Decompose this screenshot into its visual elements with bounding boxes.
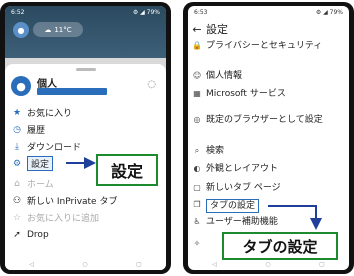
inprivate-icon: ⚇ xyxy=(12,195,22,206)
menu-item-downloads[interactable]: ⤓ ダウンロード xyxy=(5,138,166,155)
page-title: 設定 xyxy=(206,23,228,36)
nav-recents-icon[interactable]: ▢ xyxy=(319,261,325,268)
settings-item-label: 新しいタブ ページ xyxy=(206,183,281,193)
settings-item-label: タブの設定 xyxy=(206,199,260,213)
profile-settings-icon[interactable]: ◌ xyxy=(147,79,156,90)
settings-item-label: 検索 xyxy=(206,146,225,156)
sheet-grab-handle[interactable] xyxy=(75,68,96,71)
settings-item-microsoft-services[interactable]: ▦ Microsoft サービス xyxy=(188,88,349,100)
callout-settings: 設定 xyxy=(96,154,158,186)
settings-item-search[interactable]: ⌕ 検索 xyxy=(188,145,349,157)
gear-icon: ⚙ xyxy=(12,158,22,169)
settings-item-new-tab-page[interactable]: ▢ 新しいタブ ページ xyxy=(188,182,349,194)
settings-item-tab-settings[interactable]: ❐ タブの設定 xyxy=(188,199,349,213)
profile-email-redacted xyxy=(37,88,107,95)
pin-icon: ✧ xyxy=(193,239,201,248)
accessibility-icon: ♿ xyxy=(193,217,201,226)
back-arrow-icon[interactable]: ← xyxy=(188,23,206,36)
search-icon: ⌕ xyxy=(194,146,200,155)
nav-home-icon[interactable]: ○ xyxy=(82,261,87,268)
phone-left-edge-menu: 6:52 ⚙ ◢ 79% ● ☁ 11°C ● 個人 ◌ ★ お気に入り ◷ 履… xyxy=(0,2,171,274)
menu-item-label: 設定 xyxy=(27,156,54,171)
settings-item-accessibility[interactable]: ♿ ユーザー補助機能 xyxy=(188,216,349,228)
lock-icon: 🔒 xyxy=(192,41,202,50)
callout-tab-settings: タブの設定 xyxy=(222,232,338,260)
nav-back-icon[interactable]: ◁ xyxy=(29,261,34,268)
drop-icon: ➚ xyxy=(13,229,21,240)
status-bar: 6:52 ⚙ ◢ 79% xyxy=(5,6,166,18)
settings-item-personal-info[interactable]: ☺ 個人情報 xyxy=(188,70,349,82)
status-indicators: ⚙ ◢ 79% xyxy=(315,8,343,16)
profile-avatar-small[interactable]: ● xyxy=(13,22,29,38)
settings-item-label: 既定のブラウザーとして設定 xyxy=(206,115,323,125)
menu-item-label: 新しい InPrivate タブ xyxy=(27,197,118,207)
settings-item-label: ユーザー補助機能 xyxy=(206,217,278,227)
profile-avatar: ● xyxy=(11,76,31,96)
add-favorite-icon: ☆ xyxy=(12,212,22,223)
star-icon: ★ xyxy=(12,107,22,118)
settings-header: ← 設定 xyxy=(188,20,349,38)
nav-back-icon[interactable]: ◁ xyxy=(212,261,217,268)
download-icon: ⤓ xyxy=(15,141,19,152)
menu-item-label: ホーム xyxy=(27,180,54,190)
menu-item-inprivate[interactable]: ⚇ 新しい InPrivate タブ xyxy=(5,192,166,209)
home-icon: ⌂ xyxy=(14,178,20,189)
microsoft-icon: ▦ xyxy=(193,89,201,98)
nav-home-icon[interactable]: ○ xyxy=(265,261,270,268)
menu-item-drop[interactable]: ➚ Drop xyxy=(5,226,166,243)
android-nav-bar: ◁ ○ ▢ xyxy=(188,260,349,268)
status-bar: 6:53 ⚙ ◢ 79% xyxy=(188,6,349,18)
profile-row[interactable]: ● 個人 ◌ xyxy=(5,72,166,102)
status-time: 6:53 xyxy=(194,8,208,16)
menu-item-label: ダウンロード xyxy=(27,143,82,153)
settings-item-label: Microsoft サービス xyxy=(206,89,286,99)
weather-widget[interactable]: ☁ 11°C xyxy=(33,22,83,37)
menu-item-label: お気に入り xyxy=(27,109,73,119)
settings-item-label: 個人情報 xyxy=(206,71,243,81)
weather-temp: 11°C xyxy=(54,25,72,34)
menu-item-add-favorite[interactable]: ☆ お気に入りに追加 xyxy=(5,209,166,226)
browser-icon: ◎ xyxy=(193,115,201,124)
settings-item-appearance[interactable]: ◐ 外観とレイアウト xyxy=(188,163,349,175)
person-icon: ☺ xyxy=(192,71,202,80)
history-icon: ◷ xyxy=(13,124,21,135)
settings-item-privacy[interactable]: 🔒 プライバシーとセキュリティ xyxy=(188,40,349,52)
right-screen: 6:53 ⚙ ◢ 79% ← 設定 🔒 プライバシーとセキュリティ ☺ 個人情報… xyxy=(188,6,349,270)
settings-item-label: プライバシーとセキュリティ xyxy=(206,41,323,51)
cloud-icon: ☁ xyxy=(44,25,52,34)
status-indicators: ⚙ ◢ 79% xyxy=(132,8,160,16)
menu-item-label: Drop xyxy=(27,229,49,240)
appearance-icon: ◐ xyxy=(193,164,201,173)
settings-item-default-browser[interactable]: ◎ 既定のブラウザーとして設定 xyxy=(188,114,349,126)
new-tab-icon: ▢ xyxy=(193,183,201,192)
menu-item-label: お気に入りに追加 xyxy=(27,214,100,224)
left-screen: 6:52 ⚙ ◢ 79% ● ☁ 11°C ● 個人 ◌ ★ お気に入り ◷ 履… xyxy=(5,6,166,270)
menu-item-history[interactable]: ◷ 履歴 xyxy=(5,121,166,138)
tab-icon: ❐ xyxy=(193,200,201,209)
android-nav-bar: ◁ ○ ▢ xyxy=(5,260,166,268)
status-time: 6:52 xyxy=(11,8,25,16)
menu-item-label: 履歴 xyxy=(27,126,46,136)
menu-item-favorites[interactable]: ★ お気に入り xyxy=(5,104,166,121)
settings-item-label: 外観とレイアウト xyxy=(206,164,279,174)
nav-recents-icon[interactable]: ▢ xyxy=(136,261,142,268)
